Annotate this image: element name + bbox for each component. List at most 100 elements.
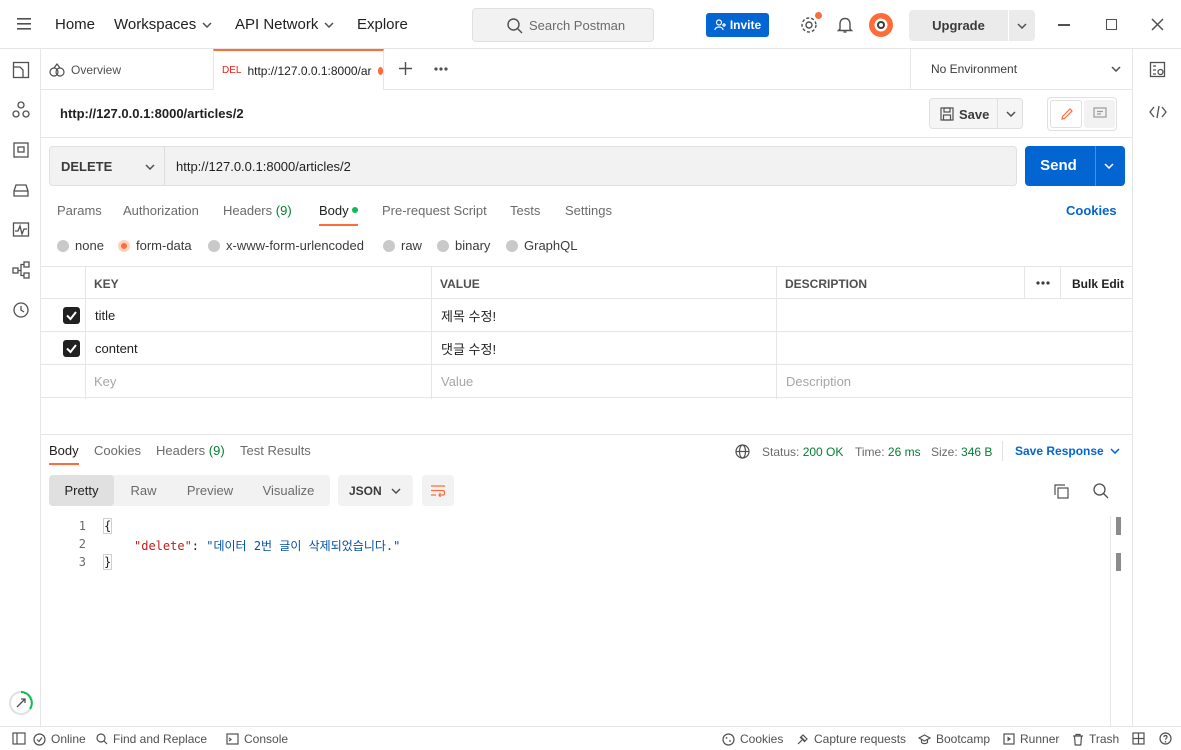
online-status[interactable]: Online — [33, 732, 86, 746]
view-visualize[interactable]: Visualize — [247, 475, 330, 506]
value-placeholder[interactable]: Value — [441, 365, 473, 398]
response-tab-body[interactable]: Body — [49, 443, 79, 458]
response-tab-headers[interactable]: Headers (9) — [156, 443, 225, 458]
nav-api-network[interactable]: API Network — [235, 16, 334, 33]
environments-icon[interactable] — [12, 141, 30, 159]
row-value[interactable]: 제목 수정! — [441, 299, 496, 332]
bulk-edit-button[interactable]: Bulk Edit — [1072, 267, 1124, 300]
scrollbar-marker[interactable] — [1116, 553, 1121, 571]
nav-home[interactable]: Home — [55, 16, 95, 33]
tab-settings[interactable]: Settings — [565, 203, 612, 218]
code-icon[interactable] — [1149, 105, 1167, 119]
method-select[interactable]: DELETE — [49, 146, 165, 186]
capture-requests-button[interactable]: Capture requests — [796, 732, 906, 746]
chevron-down-icon[interactable] — [1006, 111, 1016, 117]
collections-icon[interactable] — [12, 61, 30, 79]
more-options-icon[interactable] — [1036, 281, 1050, 285]
radio-urlencoded[interactable]: x-www-form-urlencoded — [208, 238, 364, 253]
description-placeholder[interactable]: Description — [786, 365, 851, 398]
row-key[interactable]: title — [95, 299, 115, 332]
environment-select[interactable]: No Environment — [910, 49, 1132, 90]
divider — [1008, 10, 1009, 41]
globe-icon[interactable] — [735, 444, 750, 459]
menu-icon[interactable] — [17, 18, 31, 30]
find-replace-button[interactable]: Find and Replace — [96, 732, 207, 746]
tab-headers[interactable]: Headers (9) — [223, 203, 292, 218]
tab-authorization[interactable]: Authorization — [123, 203, 199, 218]
response-tab-test-results[interactable]: Test Results — [240, 443, 311, 458]
request-title[interactable]: http://127.0.0.1:8000/articles/2 — [60, 106, 244, 121]
capture-requests-label: Capture requests — [814, 732, 907, 746]
copy-icon[interactable] — [1054, 484, 1069, 499]
row-checkbox[interactable] — [63, 340, 80, 357]
sync-status-icon[interactable] — [8, 690, 34, 716]
key-placeholder[interactable]: Key — [94, 365, 116, 398]
cookies-button[interactable]: Cookies — [722, 732, 783, 746]
console-button[interactable]: Console — [226, 732, 288, 746]
row-key[interactable]: content — [95, 332, 138, 365]
scrollbar-marker[interactable] — [1116, 517, 1121, 535]
tab-params[interactable]: Params — [57, 203, 102, 218]
nav-explore[interactable]: Explore — [357, 16, 408, 33]
view-preview[interactable]: Preview — [173, 475, 247, 506]
close-icon[interactable] — [1151, 18, 1164, 31]
search-icon[interactable] — [1093, 483, 1109, 499]
url-input[interactable]: http://127.0.0.1:8000/articles/2 — [164, 146, 1017, 186]
radio-form-data[interactable]: form-data — [118, 238, 192, 253]
more-tabs-icon[interactable] — [434, 67, 448, 71]
format-select[interactable]: JSON — [338, 475, 413, 506]
chevron-down-icon[interactable] — [1017, 23, 1027, 29]
radio-graphql-label: GraphQL — [524, 238, 578, 253]
column-header-value: VALUE — [440, 276, 480, 291]
upgrade-button[interactable]: Upgrade — [909, 10, 1035, 41]
radio-graphql[interactable]: GraphQL — [506, 238, 577, 253]
help-icon[interactable] — [1159, 732, 1172, 745]
view-pretty[interactable]: Pretty — [49, 475, 114, 506]
bootcamp-button[interactable]: Bootcamp — [918, 732, 990, 746]
radio-binary[interactable]: binary — [437, 238, 490, 253]
row-value[interactable]: 댓글 수정! — [441, 332, 496, 365]
monitors-icon[interactable] — [12, 221, 30, 239]
wrap-lines-button[interactable] — [422, 475, 454, 506]
tab-body[interactable]: Body — [319, 203, 349, 218]
sidebar-toggle-icon[interactable] — [12, 732, 26, 745]
apis-icon[interactable] — [12, 101, 30, 119]
json-colon: : — [191, 539, 207, 553]
tab-request[interactable]: DEL http://127.0.0.1:8000/ar — [213, 49, 384, 90]
bell-icon[interactable] — [837, 16, 853, 34]
mock-servers-icon[interactable] — [12, 181, 30, 199]
flows-icon[interactable] — [12, 261, 30, 279]
tab-overview[interactable]: Overview — [49, 49, 121, 90]
radio-urlencoded-dot — [208, 239, 220, 252]
view-raw[interactable]: Raw — [114, 475, 173, 506]
runner-button[interactable]: Runner — [1003, 732, 1059, 746]
nav-workspaces[interactable]: Workspaces — [114, 16, 212, 33]
chevron-down-icon — [202, 21, 212, 28]
chevron-down-icon[interactable] — [1104, 163, 1114, 169]
environment-quick-look-icon[interactable] — [1149, 61, 1166, 78]
save-button[interactable]: Save — [929, 98, 1023, 129]
json-open-brace: { — [102, 518, 113, 534]
new-tab-icon[interactable] — [399, 62, 412, 75]
radio-none[interactable]: none — [57, 238, 104, 253]
trash-button[interactable]: Trash — [1072, 732, 1119, 746]
maximize-icon[interactable] — [1106, 19, 1117, 30]
minimize-icon[interactable] — [1058, 24, 1070, 26]
settings-icon[interactable] — [800, 16, 818, 34]
tab-prerequest-script[interactable]: Pre-request Script — [382, 203, 487, 218]
save-response-button[interactable]: Save Response — [1015, 444, 1120, 458]
layout-icon[interactable] — [1132, 732, 1145, 745]
send-button[interactable]: Send — [1025, 146, 1125, 186]
response-tab-cookies[interactable]: Cookies — [94, 443, 141, 458]
cookies-link[interactable]: Cookies — [1066, 203, 1117, 218]
comments-mode-button[interactable] — [1084, 100, 1115, 128]
invite-button[interactable]: Invite — [706, 13, 769, 37]
radio-raw[interactable]: raw — [383, 238, 422, 253]
tab-tests[interactable]: Tests — [510, 203, 540, 218]
table-row: content 댓글 수정! — [41, 332, 1132, 365]
history-icon[interactable] — [12, 301, 30, 319]
search-input[interactable]: Search Postman — [472, 8, 654, 42]
avatar[interactable] — [869, 13, 893, 37]
edit-mode-button[interactable] — [1050, 100, 1082, 128]
row-checkbox[interactable] — [63, 307, 80, 324]
